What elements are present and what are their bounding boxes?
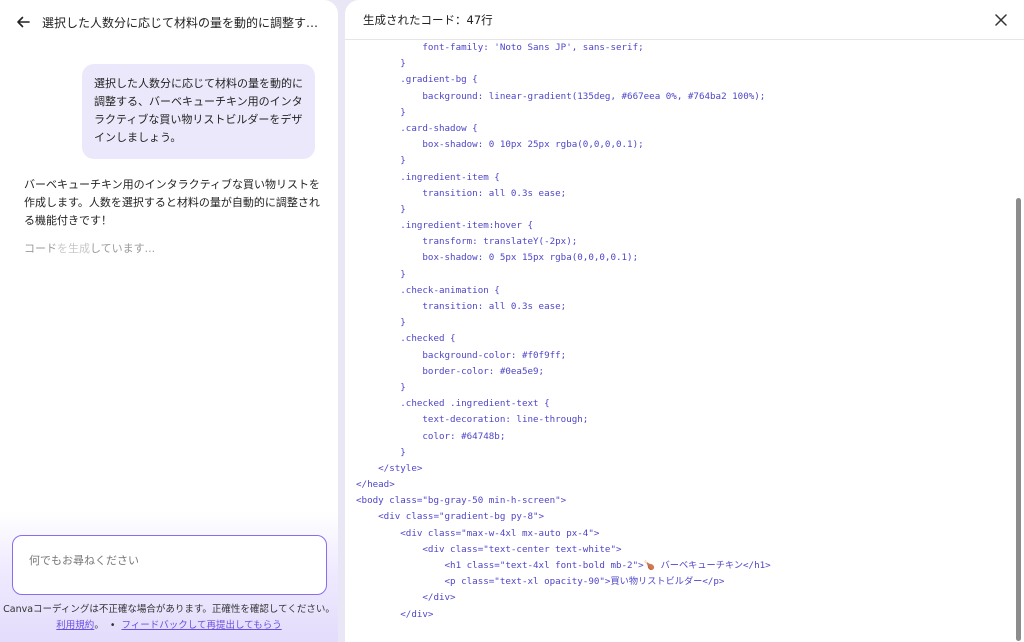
code-panel: 生成されたコード：47行 font-family: 'Noto Sans JP'… — [345, 0, 1024, 642]
code-line: } — [356, 155, 406, 167]
code-line: border-color: #0ea5e9; — [356, 365, 545, 377]
code-line: box-shadow: 0 5px 15px rgba(0,0,0,0.1); — [356, 252, 639, 264]
generating-text-b: を生成 — [57, 242, 90, 255]
code-panel-header: 生成されたコード：47行 — [345, 0, 1024, 40]
code-line: .check-animation { — [356, 284, 500, 296]
code-line: </head> — [356, 479, 395, 491]
code-line: <div class="gradient-bg py-8"> — [356, 511, 545, 523]
code-line: </div> — [356, 608, 434, 620]
generating-status: コードを生成しています... — [24, 240, 155, 256]
chat-input[interactable] — [29, 554, 310, 567]
code-line: transform: translateY(-2px); — [356, 236, 578, 248]
code-line: <div class="text-center text-white"> — [356, 543, 622, 555]
assistant-message: バーベキューチキン用のインタラクティブな買い物リストを作成します。人数を選択する… — [24, 178, 321, 227]
code-line: } — [356, 381, 406, 393]
code-line: <body class="bg-gray-50 min-h-screen"> — [356, 495, 567, 507]
terms-link[interactable]: 利用規約 — [56, 620, 94, 631]
code-line: <p class="text-xl opacity-90">買い物リストビルダー… — [356, 576, 725, 588]
close-icon — [995, 14, 1007, 26]
code-line: background-color: #f0f9ff; — [356, 349, 567, 361]
feedback-link[interactable]: フィードバックして再提出してもらう — [121, 620, 281, 631]
generating-text-a: コード — [24, 242, 57, 255]
code-lines: font-family: 'Noto Sans JP', sans-serif;… — [356, 41, 771, 623]
code-line: .ingredient-item:hover { — [356, 220, 534, 232]
chat-title: 選択した人数分に応じて材料の量を動的に調整する、バー… — [42, 15, 322, 30]
code-line: .checked .ingredient-text { — [356, 398, 550, 410]
code-line: color: #64748b; — [356, 430, 506, 442]
code-line: } — [356, 58, 406, 70]
code-scrollbar[interactable] — [1013, 41, 1024, 642]
code-line: .checked { — [356, 333, 456, 345]
code-viewer[interactable]: font-family: 'Noto Sans JP', sans-serif;… — [345, 41, 1013, 642]
footer-separator: • — [109, 620, 116, 631]
code-line: } — [356, 106, 406, 118]
code-line: background: linear-gradient(135deg, #667… — [356, 90, 766, 102]
code-line: box-shadow: 0 10px 25px rgba(0,0,0,0.1); — [356, 139, 644, 151]
footer-links: 利用規約。 • フィードバックして再提出してもらう — [0, 617, 338, 631]
code-line: } — [356, 446, 406, 458]
footer-period: 。 — [94, 620, 104, 631]
code-line: .ingredient-item { — [356, 171, 500, 183]
chat-header: 選択した人数分に応じて材料の量を動的に調整する、バー… — [0, 0, 338, 44]
code-line: .card-shadow { — [356, 122, 478, 134]
code-panel-title: 生成されたコード：47行 — [363, 12, 493, 27]
code-line: text-decoration: line-through; — [356, 414, 589, 426]
code-line: </div> — [356, 592, 456, 604]
code-line: font-family: 'Noto Sans JP', sans-serif; — [356, 42, 644, 53]
generating-text-c: しています... — [90, 242, 156, 255]
disclaimer-text: Canvaコーディングは不正確な場合があります。正確性を確認してください。 — [3, 604, 335, 615]
chat-input-container[interactable] — [12, 535, 327, 595]
code-line: <h1 class="text-4xl font-bold mb-2">🍗 バー… — [356, 560, 771, 571]
code-line: } — [356, 317, 406, 329]
code-line: .gradient-bg { — [356, 74, 478, 86]
back-arrow-icon[interactable] — [16, 14, 32, 30]
code-line: transition: all 0.3s ease; — [356, 187, 567, 199]
code-line: } — [356, 268, 406, 280]
chat-panel: 選択した人数分に応じて材料の量を動的に調整する、バー… 選択した人数分に応じて材… — [0, 0, 338, 642]
code-line: <div class="max-w-4xl mx-auto px-4"> — [356, 527, 600, 539]
code-line: } — [356, 203, 406, 215]
user-message-bubble: 選択した人数分に応じて材料の量を動的に調整する、バーベキューチキン用のインタラク… — [82, 64, 315, 159]
code-line: transition: all 0.3s ease; — [356, 301, 567, 312]
scrollbar-thumb[interactable] — [1016, 198, 1021, 641]
close-button[interactable] — [992, 11, 1010, 29]
code-line: </style> — [356, 462, 423, 474]
